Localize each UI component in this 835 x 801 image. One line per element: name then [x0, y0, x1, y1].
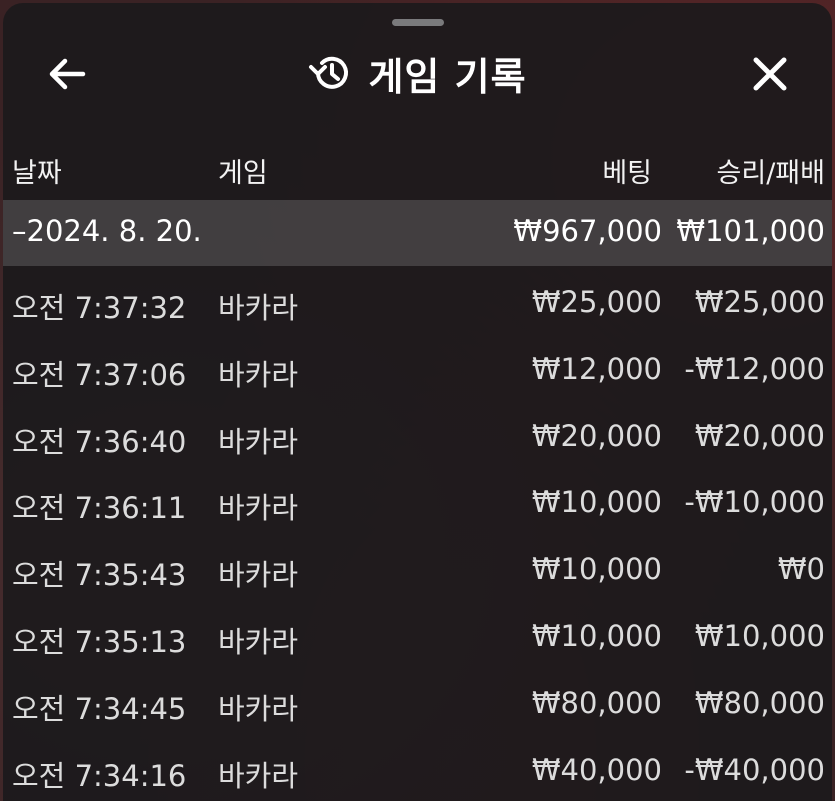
table-row[interactable]: 오전 7:37:06 바카라 ₩12,000 -₩12,000: [3, 338, 832, 405]
table-row[interactable]: 오전 7:35:43 바카라 ₩10,000 ₩0: [3, 538, 832, 605]
row-bet: ₩80,000: [531, 685, 662, 720]
row-result: -₩10,000: [684, 485, 825, 520]
history-icon: [309, 56, 349, 89]
row-time: 오전 7:35:13: [12, 624, 187, 659]
row-bet: ₩10,000: [531, 618, 662, 653]
close-icon: [753, 57, 787, 91]
sheet-grabber[interactable]: [392, 19, 444, 26]
row-game: 바카라: [218, 291, 299, 325]
row-result: ₩10,000: [694, 618, 825, 653]
table-row[interactable]: 오전 7:36:11 바카라 ₩10,000 -₩10,000: [3, 471, 832, 538]
row-time: 오전 7:34:16: [12, 758, 187, 793]
row-result: ₩25,000: [694, 285, 825, 319]
row-time: 오전 7:37:06: [12, 357, 187, 392]
column-header-bet: 베팅: [602, 158, 652, 189]
row-result: -₩40,000: [684, 752, 825, 787]
row-result: ₩0: [777, 552, 825, 587]
row-result: -₩12,000: [684, 351, 825, 386]
table-row[interactable]: 오전 7:34:45 바카라 ₩80,000 ₩80,000: [3, 672, 832, 739]
row-game: 바카라: [218, 424, 299, 459]
row-game: 바카라: [218, 558, 299, 593]
row-bet: ₩12,000: [531, 351, 662, 386]
page-title: 게임 기록: [368, 54, 527, 99]
row-game: 바카라: [218, 624, 299, 659]
row-time: 오전 7:36:11: [12, 491, 187, 526]
sheet-header: 게임 기록: [3, 33, 832, 113]
row-time: 오전 7:36:40: [12, 424, 187, 459]
close-button[interactable]: [741, 49, 799, 99]
row-game: 바카라: [218, 491, 299, 526]
column-header-game: 게임: [218, 158, 268, 189]
column-header-date: 날짜: [12, 158, 62, 189]
row-game: 바카라: [218, 691, 299, 726]
row-game: 바카라: [218, 758, 299, 793]
title-group: 게임 기록: [3, 45, 832, 101]
table-row[interactable]: 오전 7:35:13 바카라 ₩10,000 ₩10,000: [3, 605, 832, 672]
row-bet: ₩10,000: [531, 485, 662, 520]
table-row[interactable]: 오전 7:37:32 바카라 ₩25,000 ₩25,000: [3, 271, 832, 338]
table-row[interactable]: 오전 7:36:40 바카라 ₩20,000 ₩20,000: [3, 405, 832, 472]
row-time: 오전 7:37:32: [12, 291, 187, 325]
row-time: 오전 7:34:45: [12, 691, 187, 726]
row-time: 오전 7:35:43: [12, 558, 187, 593]
row-bet: ₩40,000: [531, 752, 662, 787]
game-history-sheet: 게임 기록 날짜 게임 베팅 승리/패배 –2024. 8. 20. ₩967,…: [3, 3, 832, 801]
row-result: ₩80,000: [694, 685, 825, 720]
column-header-result: 승리/패배: [716, 158, 825, 189]
day-group-date: –2024. 8. 20.: [12, 214, 202, 248]
history-list: 오전 7:37:32 바카라 ₩25,000 ₩25,000 오전 7:37:0…: [3, 271, 832, 801]
day-group-bet-total: ₩967,000: [513, 214, 662, 248]
day-group-result-total: ₩101,000: [676, 214, 825, 248]
table-row[interactable]: 오전 7:34:16 바카라 ₩40,000 -₩40,000: [3, 739, 832, 801]
row-bet: ₩10,000: [531, 552, 662, 587]
row-result: ₩20,000: [694, 418, 825, 453]
day-group-row[interactable]: –2024. 8. 20. ₩967,000 ₩101,000: [3, 200, 832, 266]
row-game: 바카라: [218, 357, 299, 392]
row-bet: ₩25,000: [531, 285, 662, 319]
row-bet: ₩20,000: [531, 418, 662, 453]
table-header: 날짜 게임 베팅 승리/패배: [3, 143, 832, 195]
